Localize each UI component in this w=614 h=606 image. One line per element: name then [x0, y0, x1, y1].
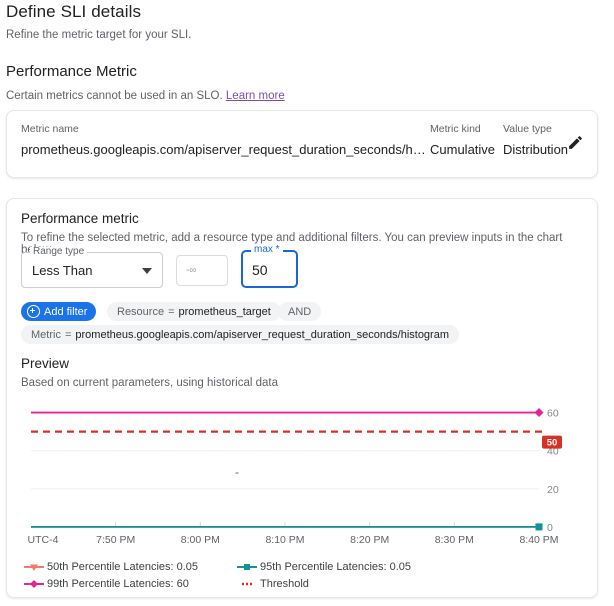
page-title: Define SLI details — [6, 2, 141, 22]
range-type-value: Less Than — [32, 263, 92, 278]
chevron-down-icon — [142, 268, 152, 274]
add-filter-button[interactable]: Add filter — [21, 302, 96, 321]
chart-marker-diamond — [535, 408, 544, 417]
chart-marker-square — [536, 523, 543, 530]
min-placeholder: -∞ — [186, 265, 196, 276]
x-axis-tick-label: 7:50 PM — [96, 534, 135, 546]
filter-chip-op: = — [65, 329, 71, 341]
filter-chip-value: prometheus.googleapis.com/apiserver_requ… — [75, 329, 449, 341]
max-input[interactable]: max * 50 — [241, 250, 298, 288]
filter-chip-resource[interactable]: Resource = prometheus_target — [107, 302, 281, 321]
legend-item-p99[interactable]: 99th Percentile Latencies: 60 — [21, 578, 234, 590]
min-input[interactable]: -∞ — [176, 255, 228, 286]
y-axis-tick-label: 20 — [547, 484, 559, 496]
triangle-down-icon — [21, 562, 47, 572]
section-note: Certain metrics cannot be used in an SLO… — [6, 90, 285, 102]
dotted-line-icon — [234, 579, 260, 589]
metric-summary-card: Metric name prometheus.googleapis.com/ap… — [6, 110, 598, 178]
legend-row: 99th Percentile Latencies: 60 Threshold — [21, 578, 585, 590]
range-type-label: Range type — [30, 247, 87, 257]
legend-label-threshold: Threshold — [260, 578, 309, 590]
edit-metric-button[interactable] — [563, 133, 587, 157]
filter-chip-metric[interactable]: Metric = prometheus.googleapis.com/apise… — [21, 325, 459, 344]
y-axis-tick-label: 60 — [547, 408, 559, 420]
filter-chip-key: Metric — [31, 329, 61, 341]
preview-title: Preview — [21, 356, 69, 371]
pencil-icon — [567, 134, 584, 156]
legend-label-p99: 99th Percentile Latencies: 60 — [47, 578, 189, 590]
legend-row: 50th Percentile Latencies: 0.05 95th Per… — [21, 561, 585, 573]
metric-name-value: prometheus.googleapis.com/apiserver_requ… — [21, 142, 426, 157]
x-axis-tick-label: 8:00 PM — [181, 534, 220, 546]
metric-kind-value: Cumulative — [430, 142, 495, 157]
filter-chip-key: Resource — [117, 306, 164, 318]
chart-legend: 50th Percentile Latencies: 0.05 95th Per… — [21, 561, 585, 595]
timezone-label: UTC-4 — [28, 534, 59, 546]
y-axis-tick-label: 0 — [547, 522, 553, 534]
filter-chip-key: AND — [288, 306, 311, 318]
plus-circle-icon — [27, 305, 40, 318]
square-icon — [234, 562, 260, 572]
x-axis-tick-label: 8:10 PM — [265, 534, 304, 546]
legend-item-threshold[interactable]: Threshold — [234, 578, 309, 590]
x-axis-tick-label: 8:20 PM — [350, 534, 389, 546]
section-title-performance-metric: Performance Metric — [6, 63, 137, 80]
legend-label-p50: 50th Percentile Latencies: 0.05 — [47, 561, 198, 573]
add-filter-label: Add filter — [44, 306, 87, 318]
page-subtitle: Refine the metric target for your SLI. — [6, 29, 191, 41]
value-type-label: Value type — [503, 123, 552, 135]
legend-label-p95: 95th Percentile Latencies: 0.05 — [260, 561, 411, 573]
filter-chip-value: prometheus_target — [179, 306, 271, 318]
x-axis-tick-label: 8:30 PM — [435, 534, 474, 546]
filter-chip-and[interactable]: AND — [278, 302, 321, 321]
metric-name-label: Metric name — [21, 123, 79, 135]
learn-more-link[interactable]: Learn more — [226, 90, 285, 102]
filter-chip-op: = — [168, 306, 174, 318]
max-value: 50 — [252, 262, 268, 278]
legend-item-p95[interactable]: 95th Percentile Latencies: 0.05 — [234, 561, 411, 573]
performance-metric-card: Performance metric To refine the selecte… — [6, 198, 598, 598]
sli-details-page: Define SLI details Refine the metric tar… — [0, 0, 614, 606]
performance-metric-title: Performance metric — [21, 211, 139, 226]
max-label: max * — [251, 245, 283, 255]
diamond-icon — [21, 579, 47, 589]
threshold-badge-label: 50 — [547, 438, 558, 449]
legend-item-p50[interactable]: 50th Percentile Latencies: 0.05 — [21, 561, 234, 573]
x-axis-tick-label: 8:40 PM — [519, 534, 558, 546]
value-type-value: Distribution — [503, 142, 568, 157]
metric-kind-label: Metric kind — [430, 123, 481, 135]
range-type-select[interactable]: Range type Less Than — [21, 252, 163, 288]
preview-chart[interactable]: 02040607:50 PM8:00 PM8:10 PM8:20 PM8:30 … — [21, 395, 585, 550]
section-note-text: Certain metrics cannot be used in an SLO… — [6, 90, 223, 102]
preview-note: Based on current parameters, using histo… — [21, 377, 278, 389]
